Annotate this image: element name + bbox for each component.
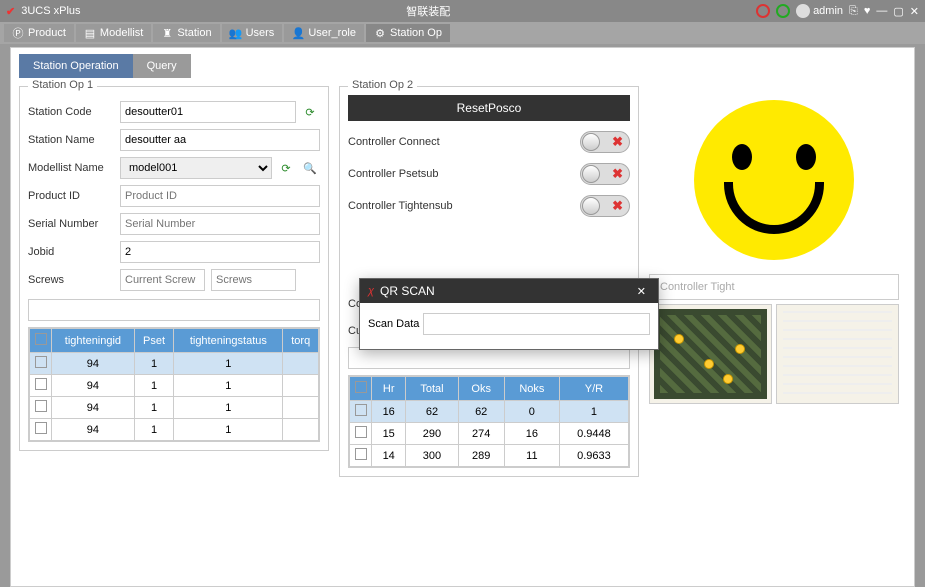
controller-psetsub-label: Controller Psetsub: [348, 168, 580, 180]
modellist-select[interactable]: model001: [120, 157, 272, 179]
station-code-label: Station Code: [28, 106, 120, 118]
controller-connect-toggle[interactable]: ✖: [580, 131, 630, 153]
window-button-2[interactable]: ♥: [864, 5, 871, 17]
close-icon[interactable]: ✕: [910, 5, 919, 18]
product-id-label: Product ID: [28, 190, 120, 202]
select-all-checkbox[interactable]: [355, 381, 367, 393]
row-checkbox[interactable]: [35, 422, 47, 434]
status-red-icon[interactable]: [756, 4, 770, 18]
screws-input[interactable]: [211, 269, 296, 291]
thumbnail-doc[interactable]: [776, 304, 899, 404]
users-icon: 👥: [230, 27, 242, 39]
controller-connect-label: Controller Connect: [348, 136, 580, 148]
subtab-operation[interactable]: Station Operation: [19, 54, 133, 78]
titlebar: ✔ 3UCS xPlus 智联装配 admin ⎘ ♥ — ▢ ✕: [0, 0, 925, 22]
row-checkbox[interactable]: [35, 400, 47, 412]
window-button-1[interactable]: ⎘: [849, 5, 858, 18]
refresh-icon[interactable]: ⟳: [300, 102, 320, 122]
thumbnails: [649, 304, 899, 404]
tab-station-op[interactable]: ⚙Station Op: [366, 24, 450, 42]
op1-legend: Station Op 1: [28, 79, 97, 91]
product-id-input[interactable]: [120, 185, 320, 207]
table-row[interactable]: 9411: [30, 397, 319, 419]
subtab-query[interactable]: Query: [133, 54, 191, 78]
station-op-icon: ⚙: [374, 27, 386, 39]
op2-legend: Station Op 2: [348, 79, 417, 91]
app-name: 3UCS xPlus: [21, 5, 80, 17]
table-row[interactable]: 9411: [30, 375, 319, 397]
main-tabbar: ⓅProduct ▤Modellist ♜Station 👥Users 👤Use…: [0, 22, 925, 44]
row-checkbox[interactable]: [35, 356, 47, 368]
minimize-icon[interactable]: —: [876, 5, 887, 17]
user-role-icon: 👤: [292, 27, 304, 39]
tab-modellist[interactable]: ▤Modellist: [76, 24, 151, 42]
smiley-status-icon: [694, 100, 854, 260]
controller-psetsub-toggle[interactable]: ✖: [580, 163, 630, 185]
qr-scan-dialog: χ QR SCAN ✕ Scan Data: [359, 278, 659, 350]
thumbnail-pcb[interactable]: [649, 304, 772, 404]
table-row[interactable]: 9411: [30, 419, 319, 441]
qr-scan-icon: χ: [368, 285, 374, 297]
station-name-input[interactable]: [120, 129, 320, 151]
row-checkbox[interactable]: [355, 404, 367, 416]
product-icon: Ⓟ: [12, 27, 24, 39]
station-name-label: Station Name: [28, 134, 120, 146]
status-green-icon[interactable]: [776, 4, 790, 18]
refresh2-icon[interactable]: ⟳: [276, 158, 296, 178]
app-logo-icon: ✔: [6, 5, 15, 18]
controller-tightensub-label: Controller Tightensub: [348, 200, 580, 212]
table-row[interactable]: 14300289110.9633: [350, 445, 629, 467]
table-row[interactable]: 16626201: [350, 401, 629, 423]
modellist-label: Modellist Name: [28, 162, 120, 174]
current-program-box[interactable]: [348, 347, 630, 369]
select-all-checkbox[interactable]: [35, 333, 47, 345]
station-code-input[interactable]: [120, 101, 296, 123]
content-area: Station Operation Query Station Op 1 Sta…: [10, 47, 915, 587]
scan-data-label: Scan Data: [368, 318, 419, 330]
row-checkbox[interactable]: [355, 448, 367, 460]
row-checkbox[interactable]: [35, 378, 47, 390]
station-op-1-fieldset: Station Op 1 Station Code ⟳ Station Name…: [19, 86, 329, 451]
table-row[interactable]: 9411: [30, 353, 319, 375]
controller-tightensub-toggle[interactable]: ✖: [580, 195, 630, 217]
dialog-close-button[interactable]: ✕: [633, 285, 650, 298]
dialog-header[interactable]: χ QR SCAN ✕: [360, 279, 658, 303]
controller-tight-box: Controller Tight: [649, 274, 899, 300]
user-icon[interactable]: admin: [796, 4, 843, 18]
row-checkbox[interactable]: [355, 426, 367, 438]
tightening-table[interactable]: tighteningid Pset tighteningstatus torq …: [28, 327, 320, 442]
tab-product[interactable]: ⓅProduct: [4, 24, 74, 42]
modellist-icon: ▤: [84, 27, 96, 39]
search-icon[interactable]: 🔍: [300, 158, 320, 178]
serial-number-input[interactable]: [120, 213, 320, 235]
op1-freebox[interactable]: [28, 299, 320, 321]
scan-data-input[interactable]: [423, 313, 650, 335]
current-screw-input[interactable]: [120, 269, 205, 291]
window-title: 智联装配: [101, 3, 757, 19]
tab-user-role[interactable]: 👤User_role: [284, 24, 364, 42]
tab-station[interactable]: ♜Station: [153, 24, 219, 42]
reset-posco-button[interactable]: ResetPosco: [348, 95, 630, 121]
jobid-label: Jobid: [28, 246, 120, 258]
screws-label: Screws: [28, 274, 120, 286]
dialog-title: QR SCAN: [380, 284, 633, 298]
maximize-icon[interactable]: ▢: [893, 5, 903, 18]
stats-table[interactable]: Hr Total Oks Noks Y/R 16626201 152902741…: [348, 375, 630, 468]
station-icon: ♜: [161, 27, 173, 39]
titlebar-controls: admin ⎘ ♥ — ▢ ✕: [756, 4, 919, 18]
serial-number-label: Serial Number: [28, 218, 120, 230]
subtabs: Station Operation Query: [11, 48, 914, 78]
jobid-input[interactable]: [120, 241, 320, 263]
table-row[interactable]: 15290274160.9448: [350, 423, 629, 445]
tab-users[interactable]: 👥Users: [222, 24, 283, 42]
